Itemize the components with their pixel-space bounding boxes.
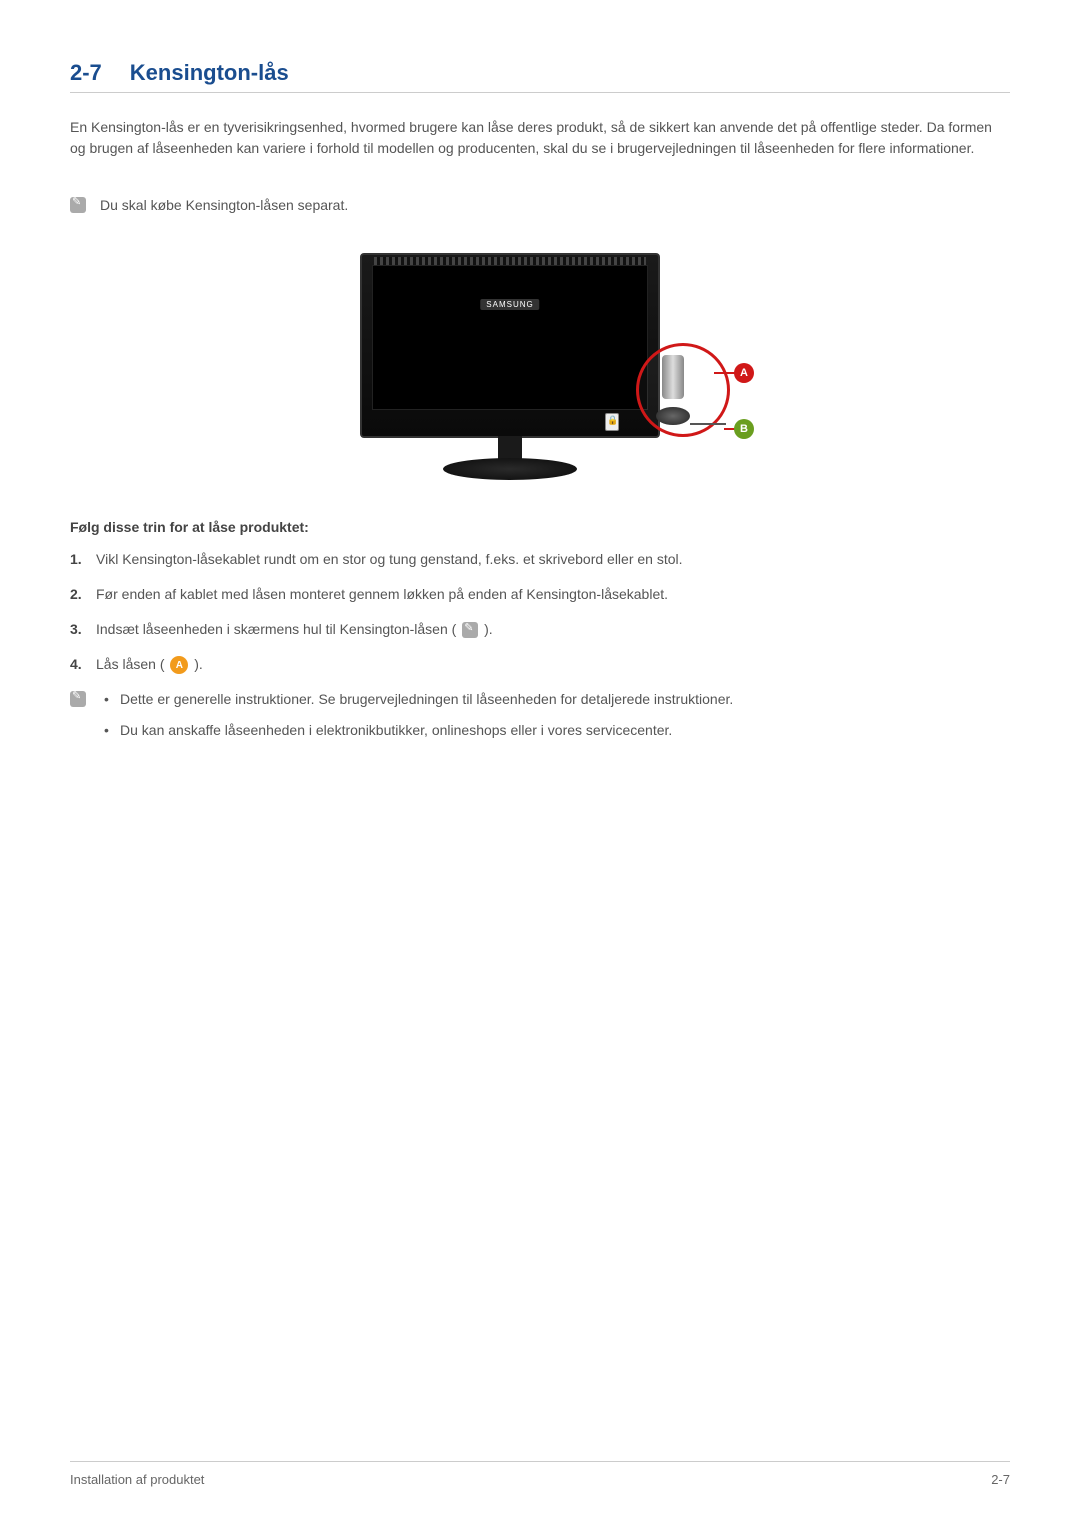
step-3-prefix: Indsæt låseenheden i skærmens hul til Ke… bbox=[96, 621, 460, 637]
marker-a-inline: A bbox=[170, 656, 188, 674]
pencil-icon bbox=[462, 622, 478, 638]
step-4-suffix: ). bbox=[194, 656, 203, 672]
bottom-notes: Dette er generelle instruktioner. Se bru… bbox=[70, 689, 1010, 751]
kensington-slot-icon bbox=[605, 413, 619, 431]
section-number: 2-7 bbox=[70, 60, 102, 86]
bottom-bullets: Dette er generelle instruktioner. Se bru… bbox=[100, 689, 1010, 751]
section-title: Kensington-lås bbox=[130, 60, 289, 86]
marker-b: B bbox=[734, 419, 754, 439]
cable-line bbox=[690, 423, 726, 425]
marker-a: A bbox=[734, 363, 754, 383]
section-heading: 2-7 Kensington-lås bbox=[70, 60, 1010, 93]
bottom-note-2: Du kan anskaffe låseenheden i elektronik… bbox=[100, 720, 1010, 741]
page-footer: Installation af produktet 2-7 bbox=[70, 1461, 1010, 1487]
monitor-stand-base bbox=[443, 458, 577, 480]
steps-title: Følg disse trin for at låse produktet: bbox=[70, 519, 1010, 535]
monitor-illustration: SAMSUNG A B bbox=[320, 253, 760, 483]
step-3-suffix: ). bbox=[484, 621, 493, 637]
step-4-prefix: Lås låsen ( bbox=[96, 656, 164, 672]
note-row: Du skal købe Kensington-låsen separat. bbox=[70, 197, 1010, 213]
lock-device-icon bbox=[656, 355, 690, 425]
pencil-icon bbox=[70, 197, 86, 213]
step-4: Lås låsen ( A ). bbox=[70, 654, 1010, 675]
footer-left: Installation af produktet bbox=[70, 1472, 204, 1487]
intro-paragraph: En Kensington-lås er en tyverisikringsen… bbox=[70, 117, 1010, 159]
monitor-screen bbox=[372, 265, 648, 410]
bottom-note-1: Dette er generelle instruktioner. Se bru… bbox=[100, 689, 1010, 710]
monitor-brand-label: SAMSUNG bbox=[480, 299, 539, 310]
steps-list: Vikl Kensington-låsekablet rundt om en s… bbox=[70, 549, 1010, 675]
leader-line-a bbox=[714, 372, 736, 374]
step-2: Før enden af kablet med låsen monteret g… bbox=[70, 584, 1010, 605]
figure-area: SAMSUNG A B bbox=[70, 253, 1010, 483]
step-1: Vikl Kensington-låsekablet rundt om en s… bbox=[70, 549, 1010, 570]
note-text: Du skal købe Kensington-låsen separat. bbox=[100, 197, 348, 213]
footer-right: 2-7 bbox=[991, 1472, 1010, 1487]
pencil-icon bbox=[70, 691, 86, 707]
monitor-body: SAMSUNG bbox=[360, 253, 660, 438]
step-3: Indsæt låseenheden i skærmens hul til Ke… bbox=[70, 619, 1010, 640]
monitor-vents bbox=[374, 257, 646, 265]
